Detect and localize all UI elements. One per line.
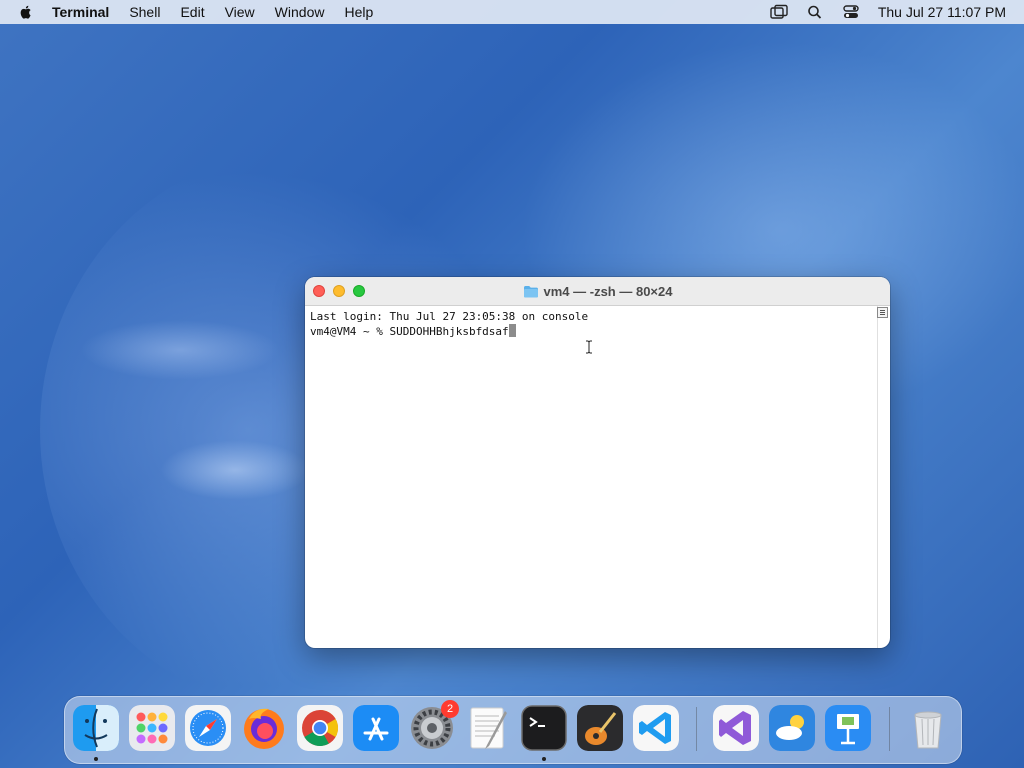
terminal-content[interactable]: Last login: Thu Jul 27 23:05:38 on conso… — [305, 306, 890, 648]
finder-icon[interactable] — [73, 705, 119, 751]
running-indicator — [94, 757, 98, 761]
dock-separator — [889, 707, 890, 751]
garageband-icon[interactable] — [577, 705, 623, 751]
chrome-icon[interactable] — [297, 705, 343, 751]
notification-badge: 2 — [441, 700, 459, 718]
visual-studio-icon[interactable] — [713, 705, 759, 751]
terminal-prompt-line: vm4@VM4 ~ % SUDDOHHBhjksbfdsaf — [310, 324, 885, 339]
screen-mirroring-icon[interactable] — [770, 4, 788, 20]
terminal-window[interactable]: vm4 — -zsh — 80×24 Last login: Thu Jul 2… — [305, 277, 890, 648]
folder-icon — [523, 285, 538, 297]
title-bar[interactable]: vm4 — -zsh — 80×24 — [305, 277, 890, 306]
dock-separator — [696, 707, 697, 751]
menubar-clock[interactable]: Thu Jul 27 11:07 PM — [878, 4, 1006, 20]
app-store-icon[interactable] — [353, 705, 399, 751]
apple-icon[interactable] — [18, 4, 34, 20]
scrollbar-track[interactable] — [877, 306, 878, 648]
menu-view[interactable]: View — [225, 4, 255, 20]
vscode-icon[interactable] — [633, 705, 679, 751]
ibeam-cursor-icon — [586, 340, 592, 354]
menu-window[interactable]: Window — [275, 4, 325, 20]
menu-app-terminal[interactable]: Terminal — [52, 4, 109, 20]
textedit-icon[interactable] — [465, 705, 511, 751]
firefox-icon[interactable] — [241, 705, 287, 751]
keynote-icon[interactable] — [825, 705, 871, 751]
window-title: vm4 — -zsh — 80×24 — [305, 277, 890, 305]
menu-shell[interactable]: Shell — [129, 4, 160, 20]
menu-help[interactable]: Help — [344, 4, 373, 20]
running-indicator — [542, 757, 546, 761]
menu-bar: Terminal Shell Edit View Window Help Thu… — [0, 0, 1024, 24]
control-center-icon[interactable] — [842, 4, 860, 20]
spotlight-search-icon[interactable] — [806, 4, 824, 20]
window-title-text: vm4 — -zsh — 80×24 — [543, 283, 673, 299]
safari-icon[interactable] — [185, 705, 231, 751]
terminal-line: Last login: Thu Jul 27 23:05:38 on conso… — [310, 310, 589, 323]
split-pane-button[interactable] — [877, 307, 888, 318]
terminal-prompt-text: vm4@VM4 ~ % SUDDOHHBhjksbfdsaf — [310, 325, 509, 338]
menu-edit[interactable]: Edit — [180, 4, 204, 20]
terminal-icon[interactable] — [521, 705, 567, 751]
trash-icon[interactable] — [905, 705, 951, 751]
weather-icon[interactable] — [769, 705, 815, 751]
text-cursor — [508, 324, 516, 337]
launchpad-icon[interactable] — [129, 705, 175, 751]
dock: 2 — [64, 696, 962, 764]
